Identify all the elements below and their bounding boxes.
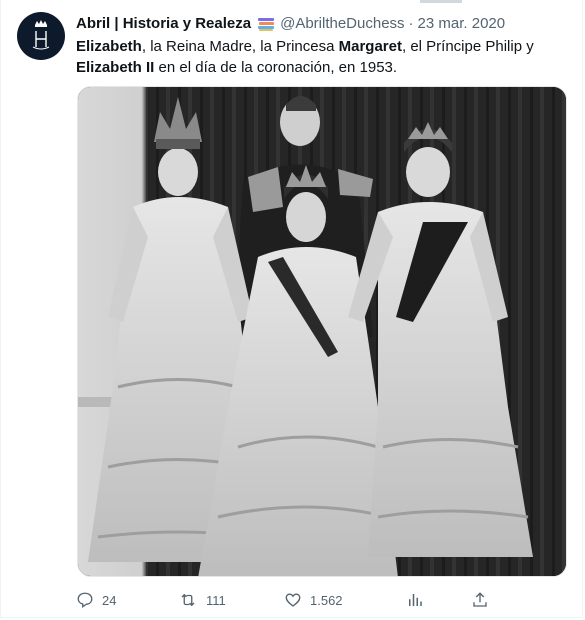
reply-count: 24	[102, 592, 117, 608]
author-handle[interactable]: @AbriltheDuchess	[280, 14, 404, 34]
share-icon	[473, 592, 487, 607]
text-segment: en el día de la coronación, en 1953.	[154, 59, 398, 76]
top-accent-bar	[420, 0, 462, 3]
text-segment: , la Reina Madre, la Princesa	[141, 38, 339, 55]
share-button[interactable]	[471, 588, 489, 612]
separator-dot: ·	[408, 15, 414, 32]
tweet-actions: 24 111 1.562	[76, 588, 526, 612]
reply-icon	[77, 592, 93, 609]
retweet-count: 111	[206, 592, 226, 608]
avatar[interactable]	[17, 12, 65, 60]
tweet-header: Abril | Historia y Realeza @AbriltheDuch…	[76, 14, 575, 34]
tweet-text: Elizabeth, la Reina Madre, la Princesa M…	[76, 36, 536, 78]
books-icon	[257, 16, 275, 32]
text-segment-bold: Margaret	[338, 38, 402, 55]
like-count: 1.562	[310, 592, 343, 608]
heart-icon	[285, 593, 301, 607]
reply-button[interactable]: 24	[76, 588, 116, 612]
retweet-icon	[181, 593, 195, 607]
text-segment: , el Príncipe Philip y	[401, 38, 534, 55]
like-button[interactable]: 1.562	[284, 588, 343, 612]
text-segment-bold: Elizabeth	[76, 38, 142, 55]
tweet-photo[interactable]	[77, 86, 567, 577]
author-name[interactable]: Abril | Historia y Realeza	[76, 14, 251, 34]
text-segment-bold: Elizabeth II	[76, 59, 155, 76]
analytics-icon	[409, 594, 422, 606]
tweet-date[interactable]: 23 mar. 2020	[418, 14, 506, 34]
retweet-button[interactable]: 111	[178, 588, 226, 612]
photo-icon	[78, 87, 566, 576]
views-button[interactable]	[406, 588, 424, 612]
crown-monogram-icon	[32, 20, 50, 50]
